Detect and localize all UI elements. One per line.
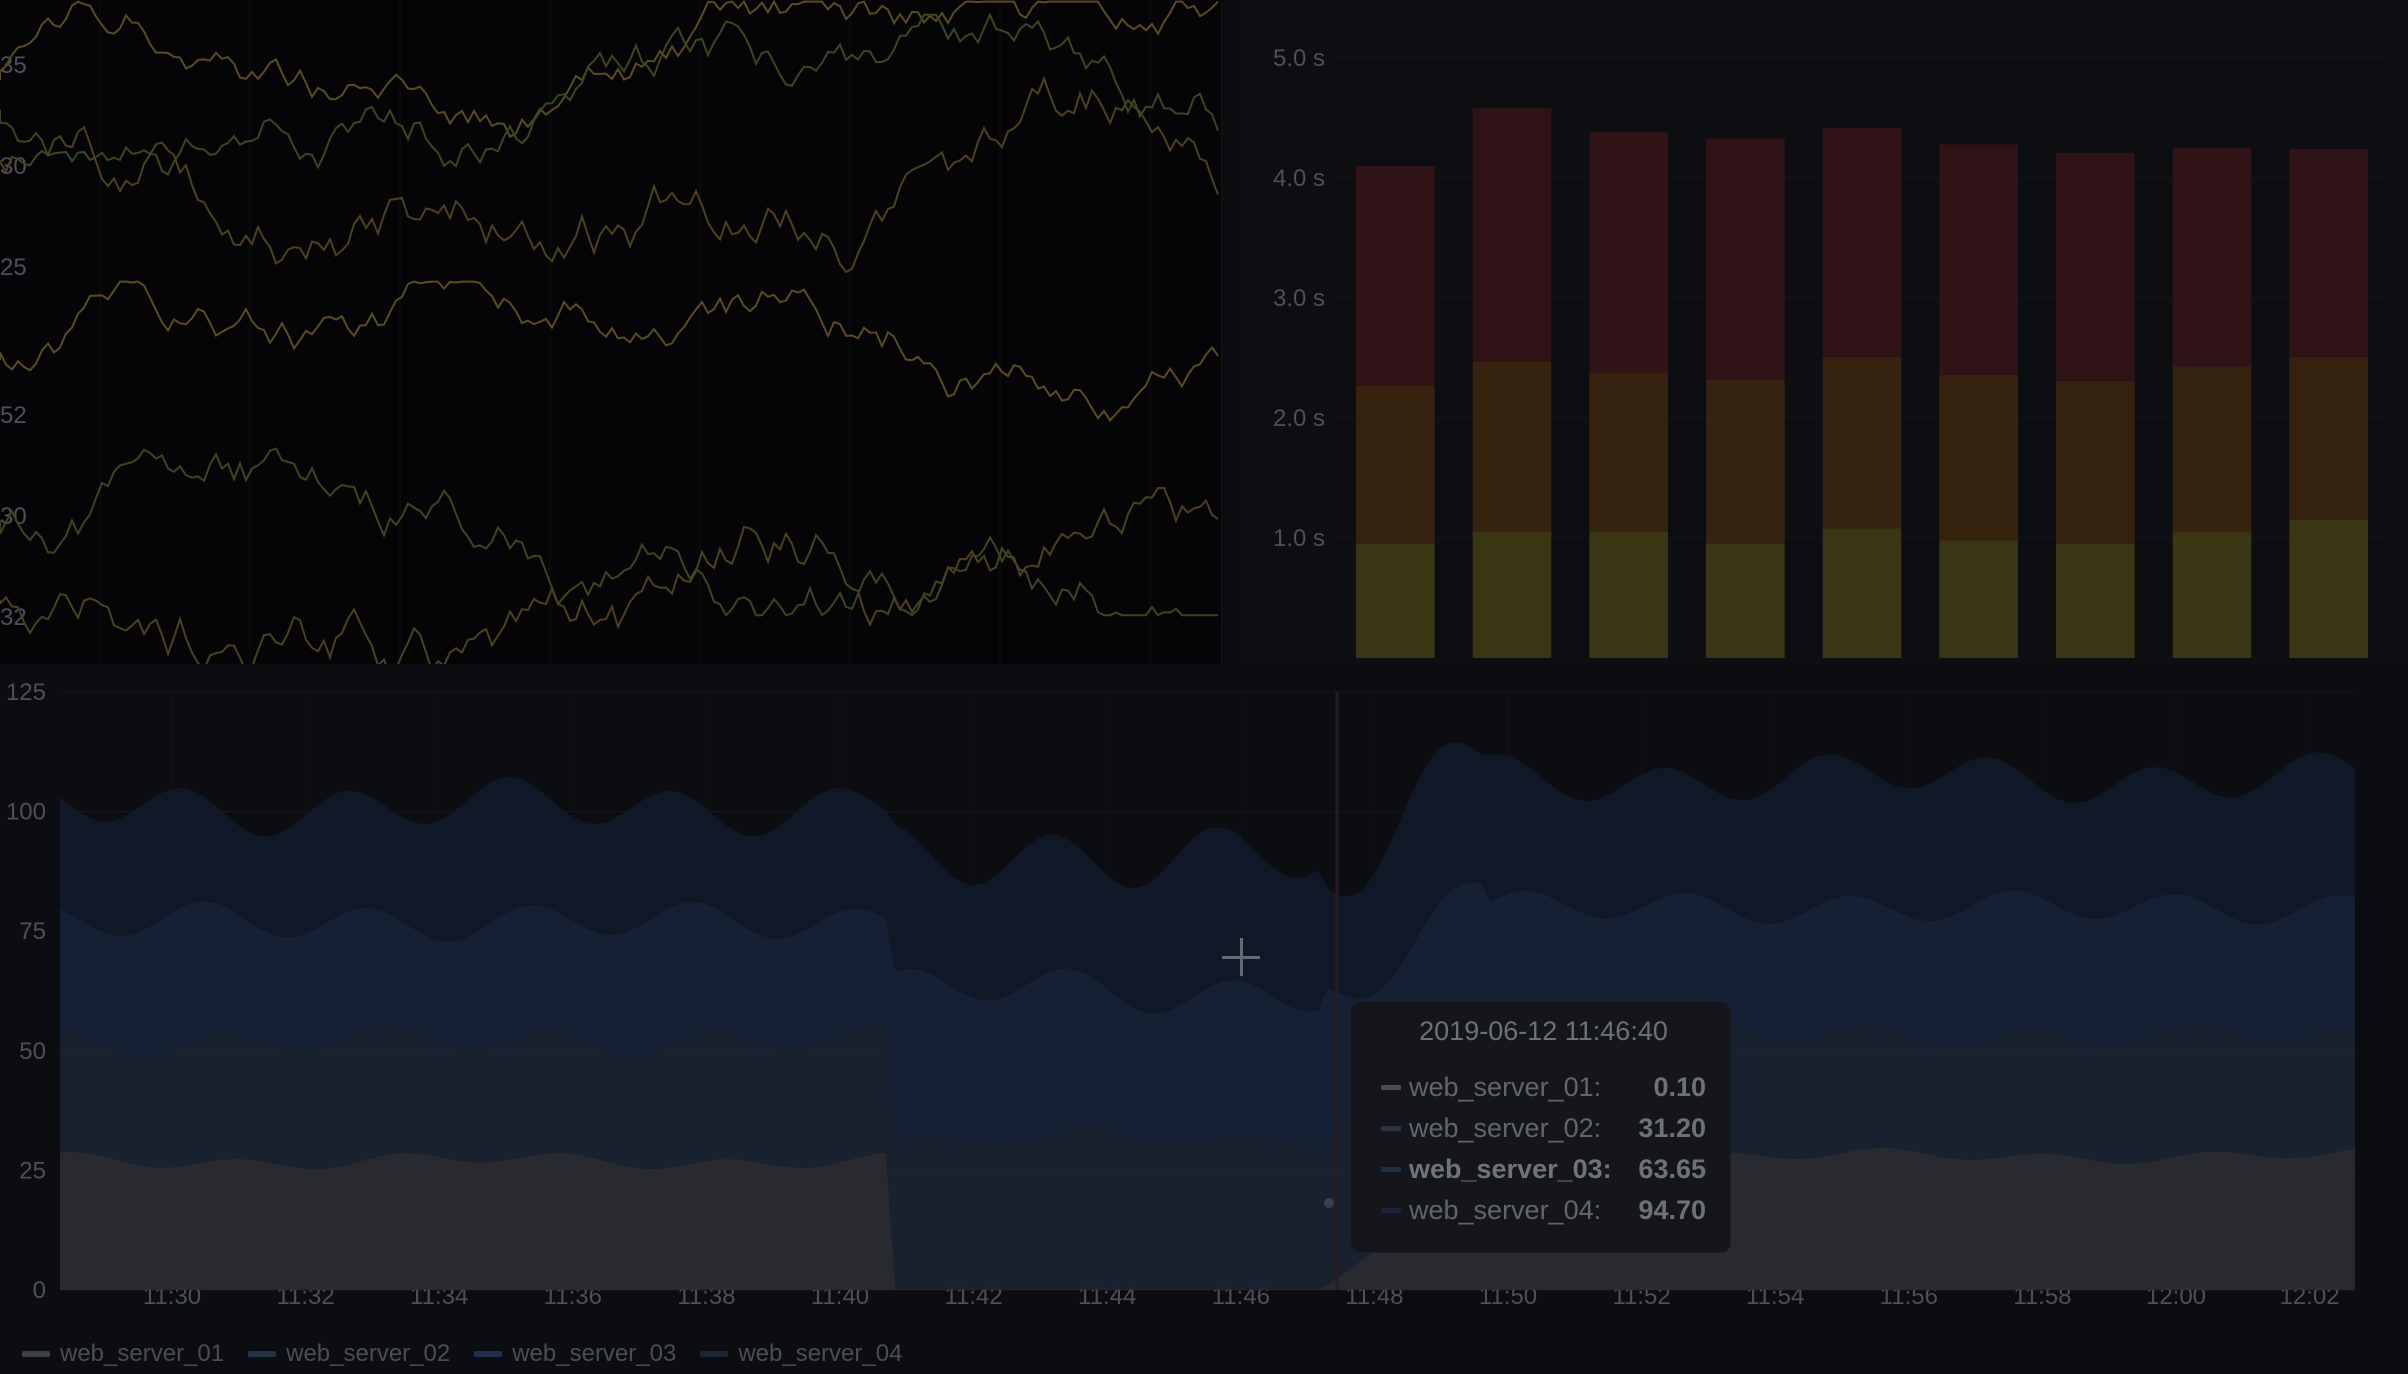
bar-y-tick-label: 4.0 s	[1273, 165, 1325, 192]
left-y-tick-label: 35	[0, 52, 27, 79]
bar-segment-3	[1589, 132, 1668, 373]
tooltip-row-label: web_server_01:	[1409, 1072, 1602, 1102]
bar-segment-2	[1472, 361, 1552, 532]
bar-segment-2	[1939, 374, 2018, 541]
left-y-tick-label: 52	[0, 402, 27, 429]
legend-swatch-icon	[700, 1351, 729, 1357]
bar-segment-3	[2289, 149, 2368, 357]
legend-swatch-icon	[22, 1351, 50, 1357]
tooltip-row-web-server-04: web_server_04: 94.70	[1381, 1190, 1706, 1231]
bar-segment-3	[1356, 166, 1435, 386]
tooltip-row-web-server-02: web_server_02: 31.20	[1381, 1108, 1706, 1149]
tooltip-row-value: 31.20	[1638, 1113, 1706, 1143]
bar-segment-1	[1589, 532, 1668, 658]
tooltip-row-label: web_server_02:	[1409, 1113, 1602, 1143]
legend-item-web-server-01[interactable]: web_server_01	[22, 1340, 224, 1368]
tooltip-row-value: 94.70	[1638, 1195, 1706, 1225]
bar-segment-2	[2289, 356, 2368, 520]
area-y-tick-label: 25	[19, 1157, 46, 1184]
left-series-line	[0, 75, 1219, 274]
legend-swatch-icon	[1381, 1167, 1401, 1172]
bar-segment-3	[2172, 148, 2252, 367]
bar-segment-1	[2289, 520, 2368, 658]
bar-segment-1	[1472, 532, 1552, 658]
legend-label: web_server_02	[286, 1340, 451, 1367]
legend-label: web_server_04	[738, 1340, 903, 1367]
crosshair-cursor-icon	[1222, 938, 1260, 976]
area-y-tick-label: 50	[19, 1038, 46, 1065]
left-series-line	[0, 0, 1219, 139]
top-left-line-panel[interactable]: 35 30 25 52 30 32	[0, 0, 1222, 664]
bar-segment-3	[1706, 138, 1785, 380]
area-y-tick-label: 100	[6, 799, 46, 826]
legend-item-web-server-02[interactable]: web_server_02	[248, 1340, 450, 1368]
left-series-line	[0, 12, 1219, 176]
bar-y-tick-label: 3.0 s	[1273, 285, 1325, 312]
legend-swatch-icon	[1381, 1126, 1401, 1131]
bar-segment-2	[1356, 385, 1435, 544]
tooltip-row-web-server-01: web_server_01: 0.10	[1381, 1067, 1706, 1108]
stacked-bar-chart: 1.0 s 2.0 s 3.0 s 4.0 s 5.0 s	[1273, 45, 2386, 658]
stacked-area-chart: 025507510012511:30 11:32 11:34 11:36 11:38 11…	[6, 679, 2355, 1310]
bar-segment-2	[2056, 380, 2135, 544]
series-legend: web_server_01 web_server_02 web_server_0…	[22, 1340, 902, 1368]
bar-segment-3	[1472, 108, 1552, 362]
bar-segment-1	[2056, 544, 2135, 658]
legend-item-web-server-04[interactable]: web_server_04	[700, 1340, 902, 1368]
legend-swatch-icon	[1381, 1085, 1401, 1090]
area-y-tick-label: 125	[6, 679, 46, 706]
legend-item-web-server-03[interactable]: web_server_03	[474, 1340, 676, 1368]
legend-swatch-icon	[474, 1351, 503, 1357]
legend-label: web_server_01	[60, 1340, 225, 1367]
tooltip-row-label: web_server_04:	[1409, 1195, 1602, 1225]
left-series-line	[0, 447, 1218, 617]
legend-swatch-icon	[1381, 1208, 1401, 1213]
left-y-tick-label: 25	[0, 254, 27, 281]
legend-label: web_server_03	[512, 1340, 677, 1367]
series-tooltip: 2019-06-12 11:46:40 web_server_01: 0.10 …	[1350, 1001, 1731, 1253]
tooltip-row-web-server-03: web_server_03: 63.65	[1381, 1149, 1706, 1190]
tooltip-time: 2019-06-12 11:46:40	[1419, 1016, 1668, 1046]
bottom-stacked-area-panel[interactable]: 0 25 50 75 100 125 11:30 11:32 11:34 11:36 11:38 11…	[0, 672, 2408, 1374]
bar-segment-3	[1939, 144, 2018, 375]
bar-segment-1	[2172, 532, 2252, 658]
area-y-tick-label: 75	[19, 918, 46, 945]
bar-segment-2	[2172, 366, 2252, 532]
bar-segment-1	[1356, 544, 1435, 658]
bar-segment-3	[2056, 152, 2135, 381]
area-y-tick-label: 0	[33, 1277, 46, 1304]
bar-segment-2	[1706, 379, 1785, 544]
tooltip-row-label: web_server_03:	[1409, 1154, 1612, 1184]
bar-y-tick-label: 5.0 s	[1273, 45, 1325, 72]
tooltip-row-value: 63.65	[1638, 1154, 1706, 1184]
tooltip-row-value: 0.10	[1653, 1072, 1706, 1102]
bar-segment-1	[1822, 528, 1902, 658]
bar-segment-1	[1939, 540, 2018, 658]
bar-y-tick-label: 2.0 s	[1273, 405, 1325, 432]
legend-swatch-icon	[248, 1351, 277, 1357]
bar-y-tick-label: 1.0 s	[1273, 525, 1325, 552]
left-series-line	[0, 280, 1219, 422]
top-left-line-chart: 353025523032	[0, 0, 1219, 664]
bar-segment-2	[1589, 372, 1668, 532]
bar-segment-3	[1822, 127, 1902, 357]
bar-segment-1	[1706, 544, 1785, 658]
bar-segment-2	[1822, 356, 1902, 529]
hover-point-marker	[1324, 1198, 1334, 1208]
top-right-bar-panel[interactable]: 1.0 s 2.0 s 3.0 s 4.0 s 5.0 s	[1240, 0, 2408, 664]
dashboard: 35 30 25 52 30 32 1.0 s 2.0 s 3.0 s 4.0 s 5.0 s 0…	[0, 0, 2408, 1374]
